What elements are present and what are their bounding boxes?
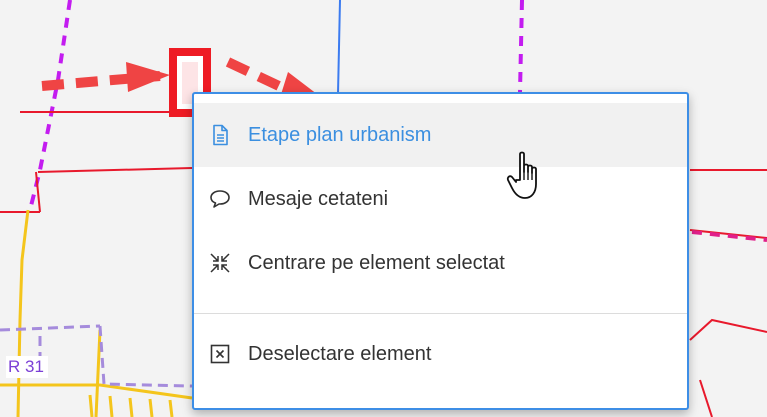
context-menu: Etape plan urbanism Mesaje cetateni Cent… xyxy=(192,92,689,410)
close-box-icon xyxy=(208,342,232,366)
menu-item-label: Deselectare element xyxy=(248,342,432,365)
center-arrows-icon xyxy=(208,251,232,275)
map-road-label: R 31 xyxy=(6,356,48,378)
menu-item-mesaje-cetateni[interactable]: Mesaje cetateni xyxy=(194,167,687,231)
menu-divider xyxy=(194,313,687,314)
menu-item-centrare-pe-element-selectat[interactable]: Centrare pe element selectat xyxy=(194,231,687,295)
menu-item-label: Etape plan urbanism xyxy=(248,123,432,146)
menu-item-deselectare-element[interactable]: Deselectare element xyxy=(194,322,687,386)
speech-bubble-icon xyxy=(208,187,232,211)
menu-item-label: Mesaje cetateni xyxy=(248,187,389,210)
menu-item-etape-plan-urbanism[interactable]: Etape plan urbanism xyxy=(194,103,687,167)
menu-item-label: Centrare pe element selectat xyxy=(248,251,505,274)
document-icon xyxy=(208,123,232,147)
